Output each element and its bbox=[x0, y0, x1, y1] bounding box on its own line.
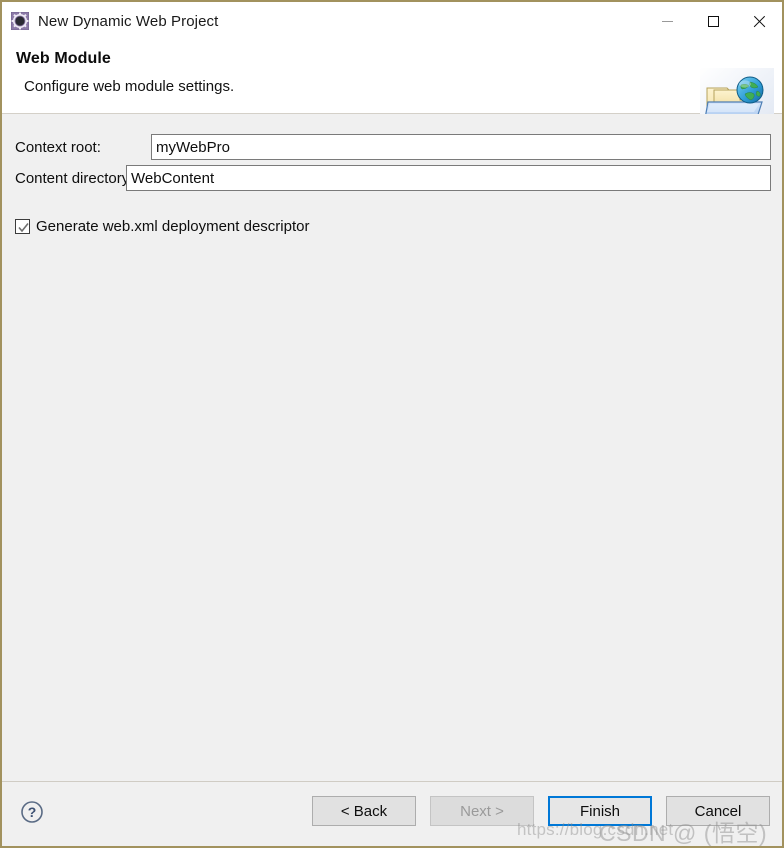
generate-webxml-label: Generate web.xml deployment descriptor bbox=[36, 218, 310, 235]
generate-webxml-row[interactable]: Generate web.xml deployment descriptor bbox=[15, 218, 309, 235]
dialog-button-bar: ? < Back Next > Finish Cancel bbox=[2, 781, 782, 846]
content-directory-label: Content directory: bbox=[15, 169, 134, 187]
wizard-gear-icon bbox=[10, 11, 30, 31]
checkmark-icon bbox=[18, 223, 29, 233]
new-dynamic-web-project-dialog: New Dynamic Web Project Web Module Confi… bbox=[0, 0, 784, 848]
content-directory-input[interactable] bbox=[126, 165, 771, 191]
title-bar: New Dynamic Web Project bbox=[2, 0, 782, 40]
maximize-button[interactable] bbox=[690, 2, 736, 40]
wizard-header: Web Module Configure web module settings… bbox=[2, 40, 782, 134]
back-button[interactable]: < Back bbox=[312, 796, 416, 826]
maximize-icon bbox=[707, 15, 719, 27]
context-root-label: Context root: bbox=[15, 138, 101, 156]
next-button: Next > bbox=[430, 796, 534, 826]
wizard-buttons: < Back Next > Finish Cancel bbox=[312, 796, 770, 826]
close-icon bbox=[753, 15, 766, 28]
page-title: Web Module bbox=[16, 50, 111, 67]
svg-text:?: ? bbox=[28, 804, 37, 820]
finish-button[interactable]: Finish bbox=[548, 796, 652, 826]
dialog-body: Context root: Content directory: Generat… bbox=[2, 114, 782, 781]
window-controls bbox=[644, 2, 782, 40]
minimize-button[interactable] bbox=[644, 2, 690, 40]
cancel-button[interactable]: Cancel bbox=[666, 796, 770, 826]
context-root-input[interactable] bbox=[151, 134, 771, 160]
generate-webxml-checkbox[interactable] bbox=[15, 219, 30, 234]
window-title: New Dynamic Web Project bbox=[38, 12, 219, 30]
content-directory-row: Content directory: bbox=[2, 165, 782, 191]
help-question-icon[interactable]: ? bbox=[20, 800, 44, 824]
minimize-icon bbox=[661, 20, 673, 22]
page-description: Configure web module settings. bbox=[24, 78, 235, 95]
context-root-row: Context root: bbox=[2, 134, 782, 160]
close-button[interactable] bbox=[736, 2, 782, 40]
